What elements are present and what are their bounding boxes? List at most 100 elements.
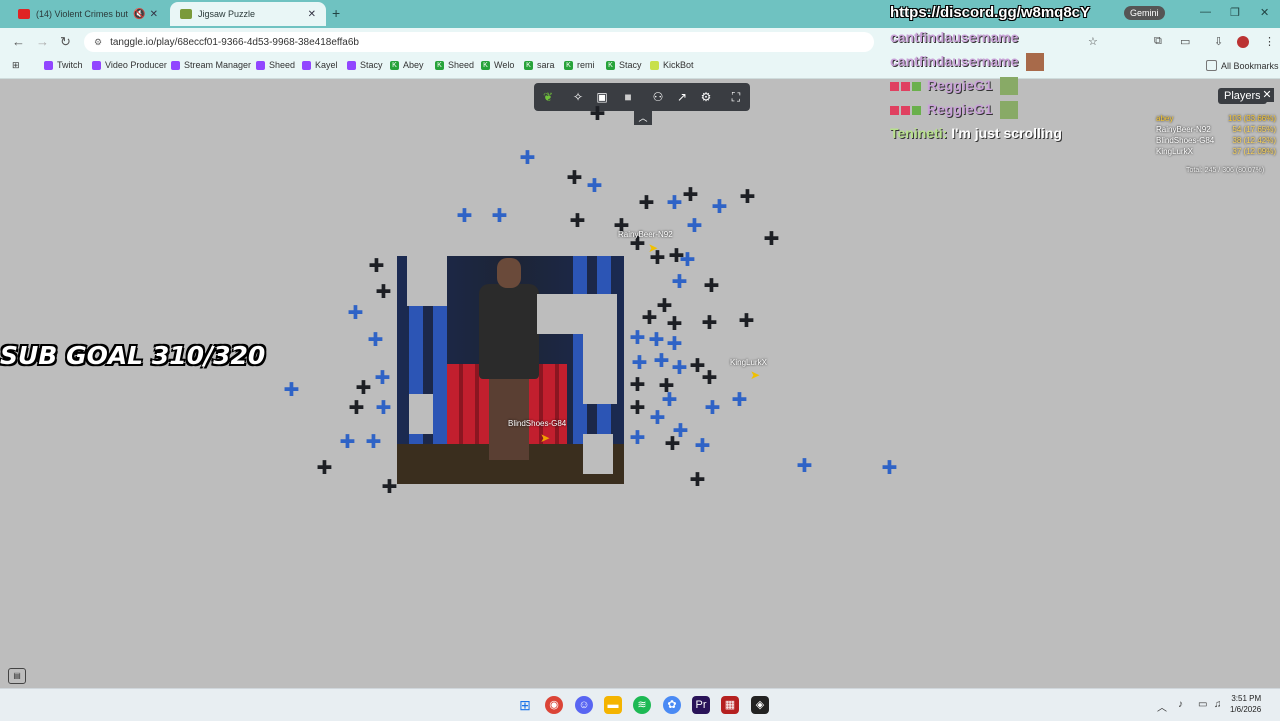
bookmark-sara[interactable]: Ksara — [524, 60, 555, 70]
puzzle-piece[interactable]: ✚ — [647, 331, 666, 350]
puzzle-piece[interactable]: ✚ — [628, 399, 647, 418]
extensions-icon[interactable]: ⧉ — [1154, 35, 1162, 48]
address-bar[interactable]: ⚙ tanggle.io/play/68eccf01-9366-4d53-996… — [84, 32, 874, 52]
reload-icon[interactable]: ↻ — [60, 34, 71, 50]
close-tab-icon[interactable]: ✕ — [308, 9, 316, 20]
obs-icon[interactable]: ▦ — [721, 696, 739, 714]
puzzle-piece[interactable]: ✚ — [703, 399, 722, 418]
puzzle-piece[interactable]: ✚ — [354, 379, 373, 398]
bookmark-star-icon[interactable]: ☆ — [1088, 35, 1098, 48]
bookmark-stacy[interactable]: Stacy — [347, 60, 383, 70]
puzzle-piece[interactable]: ✚ — [374, 283, 393, 302]
puzzle-canvas[interactable]: ❦ ✧ ▣ ■ ⚇ ↗ ⚙ ⛶ ︿ ✚ ✚ ✚ ✚ ✚ ✚ ✚ ✚ ✚ ✚ ✚ ✚ ✚ ✚ ✚ ✚ ✚ ✚ ✚ ✚ ✚ ✚… — [0, 79, 1280, 687]
tab-youtube[interactable]: (14) Violent Crimes but it'll 🔇 ✕ — [8, 2, 168, 26]
puzzle-piece[interactable]: ✚ — [455, 207, 474, 226]
settings-gear-icon[interactable]: ⚙ — [698, 89, 714, 105]
puzzle-piece[interactable]: ✚ — [585, 177, 604, 196]
puzzle-piece[interactable]: ✚ — [380, 478, 399, 497]
fullscreen-icon[interactable]: ⛶ — [728, 89, 744, 105]
close-window-icon[interactable]: ✕ — [1260, 6, 1269, 19]
puzzle-piece[interactable]: ✚ — [648, 409, 667, 428]
puzzle-piece[interactable]: ✚ — [338, 433, 357, 452]
puzzle-piece[interactable]: ✚ — [693, 437, 712, 456]
puzzle-piece[interactable]: ✚ — [702, 277, 721, 296]
menu-icon[interactable]: ⋮ — [1264, 35, 1275, 48]
puzzle-piece[interactable]: ✚ — [630, 354, 649, 373]
file-explorer-icon[interactable]: ▬ — [604, 696, 622, 714]
puzzle-piece[interactable]: ✚ — [628, 376, 647, 395]
puzzle-piece[interactable]: ✚ — [628, 429, 647, 448]
bookmark-video-producer[interactable]: Video Producer — [92, 60, 167, 70]
chrome-icon[interactable]: ◉ — [545, 696, 563, 714]
site-info-icon[interactable]: ⚙ — [94, 37, 102, 48]
leaf-icon[interactable]: ❦ — [540, 89, 556, 105]
windows-start-icon[interactable]: ⊞ — [516, 696, 534, 714]
puzzle-piece[interactable]: ✚ — [490, 207, 509, 226]
puzzle-piece[interactable]: ✚ — [700, 314, 719, 333]
puzzle-piece[interactable]: ✚ — [374, 399, 393, 418]
bookmark-kickbot[interactable]: KickBot — [650, 60, 694, 70]
chat-bubble-icon[interactable]: ▤ — [8, 668, 26, 684]
bookmark-twitch[interactable]: Twitch — [44, 60, 83, 70]
puzzle-piece[interactable]: ✚ — [710, 198, 729, 217]
microphone-icon[interactable]: ♪ — [1178, 699, 1183, 710]
spotify-icon[interactable]: ≋ — [633, 696, 651, 714]
puzzle-piece[interactable]: ✚ — [880, 459, 899, 478]
cast-icon[interactable]: ▭ — [1180, 35, 1190, 48]
puzzle-piece[interactable]: ✚ — [688, 471, 707, 490]
puzzle-piece[interactable]: ✚ — [665, 315, 684, 334]
forward-icon[interactable]: → — [36, 34, 49, 49]
puzzle-piece[interactable]: ✚ — [685, 217, 704, 236]
bookmark-remi[interactable]: Kremi — [564, 60, 595, 70]
collapse-toolbar-button[interactable]: ︿ — [634, 111, 652, 125]
bookmark-stacy-kick[interactable]: K Stacy — [606, 60, 642, 70]
bookmark-welo[interactable]: K Welo — [481, 60, 514, 70]
volume-icon[interactable]: ♫ — [1214, 699, 1222, 710]
gemini-button[interactable]: Gemini — [1124, 6, 1165, 20]
bookmark-stream-manager[interactable]: Stream Manager — [171, 60, 251, 70]
mute-icon[interactable]: 🔇 — [133, 9, 145, 20]
downloads-icon[interactable]: ⇩ — [1214, 35, 1223, 48]
puzzle-piece[interactable]: ✚ — [678, 251, 697, 270]
restore-icon[interactable]: ❐ — [1230, 6, 1240, 19]
back-icon[interactable]: ← — [12, 34, 25, 49]
puzzle-piece[interactable]: ✚ — [364, 433, 383, 452]
background-color-icon[interactable]: ■ — [620, 89, 636, 105]
puzzle-piece[interactable]: ✚ — [738, 188, 757, 207]
puzzle-piece[interactable]: ✚ — [637, 194, 656, 213]
ghost-icon[interactable]: ✧ — [570, 89, 586, 105]
puzzle-piece[interactable]: ✚ — [565, 169, 584, 188]
puzzle-piece[interactable]: ✚ — [652, 352, 671, 371]
new-tab-button[interactable]: + — [332, 5, 340, 21]
tab-jigsaw[interactable]: Jigsaw Puzzle ✕ — [170, 2, 326, 26]
image-preview-icon[interactable]: ▣ — [594, 89, 610, 105]
puzzle-piece[interactable]: ✚ — [347, 399, 366, 418]
profile-avatar[interactable] — [1237, 36, 1249, 48]
bookmark-kayel[interactable]: Kayel — [302, 60, 338, 70]
close-players-icon[interactable]: ✕ — [1260, 88, 1274, 102]
close-tab-icon[interactable]: ✕ — [150, 9, 158, 20]
apps-icon[interactable]: ⊞ — [12, 60, 20, 71]
puzzle-piece[interactable]: ✚ — [795, 457, 814, 476]
puzzle-piece[interactable]: ✚ — [681, 186, 700, 205]
puzzle-piece[interactable]: ✚ — [670, 273, 689, 292]
puzzle-piece[interactable]: ✚ — [367, 257, 386, 276]
app-icon[interactable]: ✿ — [663, 696, 681, 714]
bookmark-sheed-kick[interactable]: K Sheed — [435, 60, 474, 70]
puzzle-piece[interactable]: ✚ — [628, 329, 647, 348]
puzzle-piece[interactable]: ✚ — [373, 369, 392, 388]
network-icon[interactable]: ▭ — [1198, 699, 1207, 710]
puzzle-piece[interactable]: ✚ — [640, 309, 659, 328]
puzzle-piece[interactable]: ✚ — [315, 459, 334, 478]
puzzle-piece[interactable]: ✚ — [588, 105, 607, 124]
puzzle-piece[interactable]: ✚ — [730, 391, 749, 410]
bookmark-abey[interactable]: K Abey — [390, 60, 424, 70]
minimize-icon[interactable]: — — [1200, 6, 1211, 18]
premiere-pro-icon[interactable]: Pr — [692, 696, 710, 714]
puzzle-piece[interactable]: ✚ — [737, 312, 756, 331]
puzzle-piece[interactable]: ✚ — [346, 304, 365, 323]
puzzle-piece[interactable]: ✚ — [663, 435, 682, 454]
system-clock[interactable]: 3:51 PM 1/6/2026 — [1230, 693, 1261, 715]
puzzle-piece[interactable]: ✚ — [518, 149, 537, 168]
all-bookmarks[interactable]: All Bookmarks — [1206, 60, 1279, 71]
